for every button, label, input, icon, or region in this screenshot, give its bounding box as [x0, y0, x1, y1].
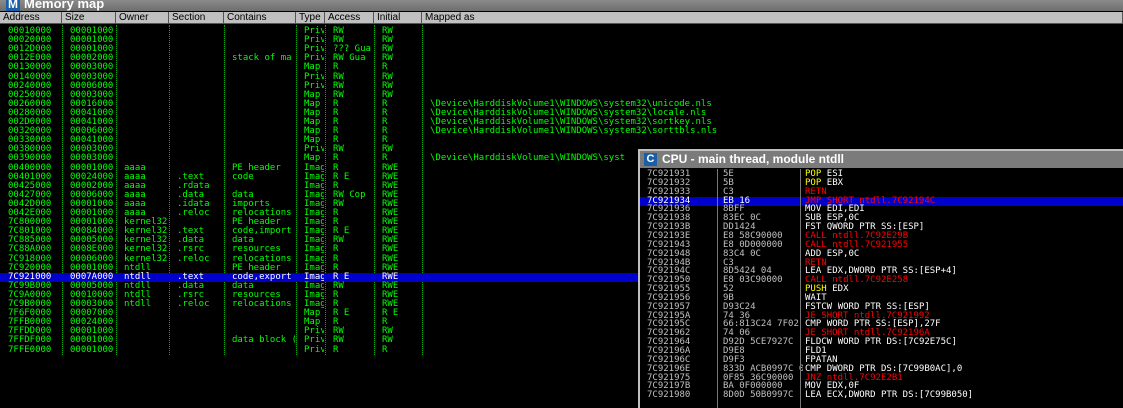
disasm-address: 7C921980: [647, 390, 691, 401]
disassembly-pane[interactable]: 7C921931 5E POP ESI 7C921932 5B POP EBX 7C921933…: [640, 169, 1123, 408]
access-cell: R: [333, 344, 339, 355]
memory-row[interactable]: 00240000 00006000 Priv RW RW: [0, 81, 1123, 91]
memory-row[interactable]: 0012D000 00001000 Priv??? Gua RW: [0, 44, 1123, 54]
memory-row[interactable]: 00330000 00041000 Map R R: [0, 135, 1123, 145]
type-cell: Priv: [304, 344, 324, 355]
cpu-titlebar[interactable]: C CPU - main thread, module ntdll: [640, 151, 1123, 168]
address-cell: 7FFE0000: [8, 344, 52, 355]
memory-row[interactable]: 00010000 00001000 Priv RW RW: [0, 26, 1123, 36]
cpu-window: C CPU - main thread, module ntdll 7C9219…: [638, 149, 1123, 408]
memory-row[interactable]: 00130000 00003000 Map R R: [0, 62, 1123, 72]
memory-row[interactable]: 0012E000 00002000 stack of ma Priv RW Gua RW: [0, 53, 1123, 63]
disasm-operand: ECX,DWORD PTR DS:[7C99B050]: [826, 390, 974, 401]
initial-cell: R: [382, 344, 388, 355]
memory-map-header: Address Size Owner Section Contains Type Acces…: [0, 12, 1123, 24]
col-owner-header[interactable]: Owner: [116, 12, 169, 24]
memory-map-icon: M: [6, 0, 20, 11]
memory-row[interactable]: 00140000 00003000 Priv RW RW: [0, 72, 1123, 82]
col-contains-header[interactable]: Contains: [224, 12, 296, 24]
memory-map-titlebar[interactable]: M Memory map: [0, 0, 1123, 11]
disasm-row[interactable]: 7C921980 8D0D 50B0997C LEA ECX,DWORD PTR DS…: [640, 390, 1123, 401]
col-size-header[interactable]: Size: [62, 12, 116, 24]
cpu-title: CPU - main thread, module ntdll: [662, 152, 845, 166]
col-type-header[interactable]: Type: [296, 12, 325, 24]
size-cell: 00001000: [70, 344, 114, 355]
memory-row[interactable]: 00020000 00001000 Priv RW RW: [0, 35, 1123, 45]
memory-row[interactable]: 00320000 00006000 Map R R \Device\HarddiskVol…: [0, 126, 1123, 136]
col-access-header[interactable]: Access: [325, 12, 374, 24]
col-section-header[interactable]: Section: [169, 12, 224, 24]
col-address-header[interactable]: Address: [0, 12, 62, 24]
memory-map-title: Memory map: [24, 0, 105, 11]
pane-divider: [717, 169, 718, 408]
col-mapped-as-header[interactable]: Mapped as: [422, 12, 1123, 24]
pane-divider: [800, 169, 801, 408]
col-initial-header[interactable]: Initial: [374, 12, 422, 24]
disasm-hex: 8D0D 50B0997C: [723, 390, 794, 401]
cpu-icon: C: [644, 153, 657, 166]
